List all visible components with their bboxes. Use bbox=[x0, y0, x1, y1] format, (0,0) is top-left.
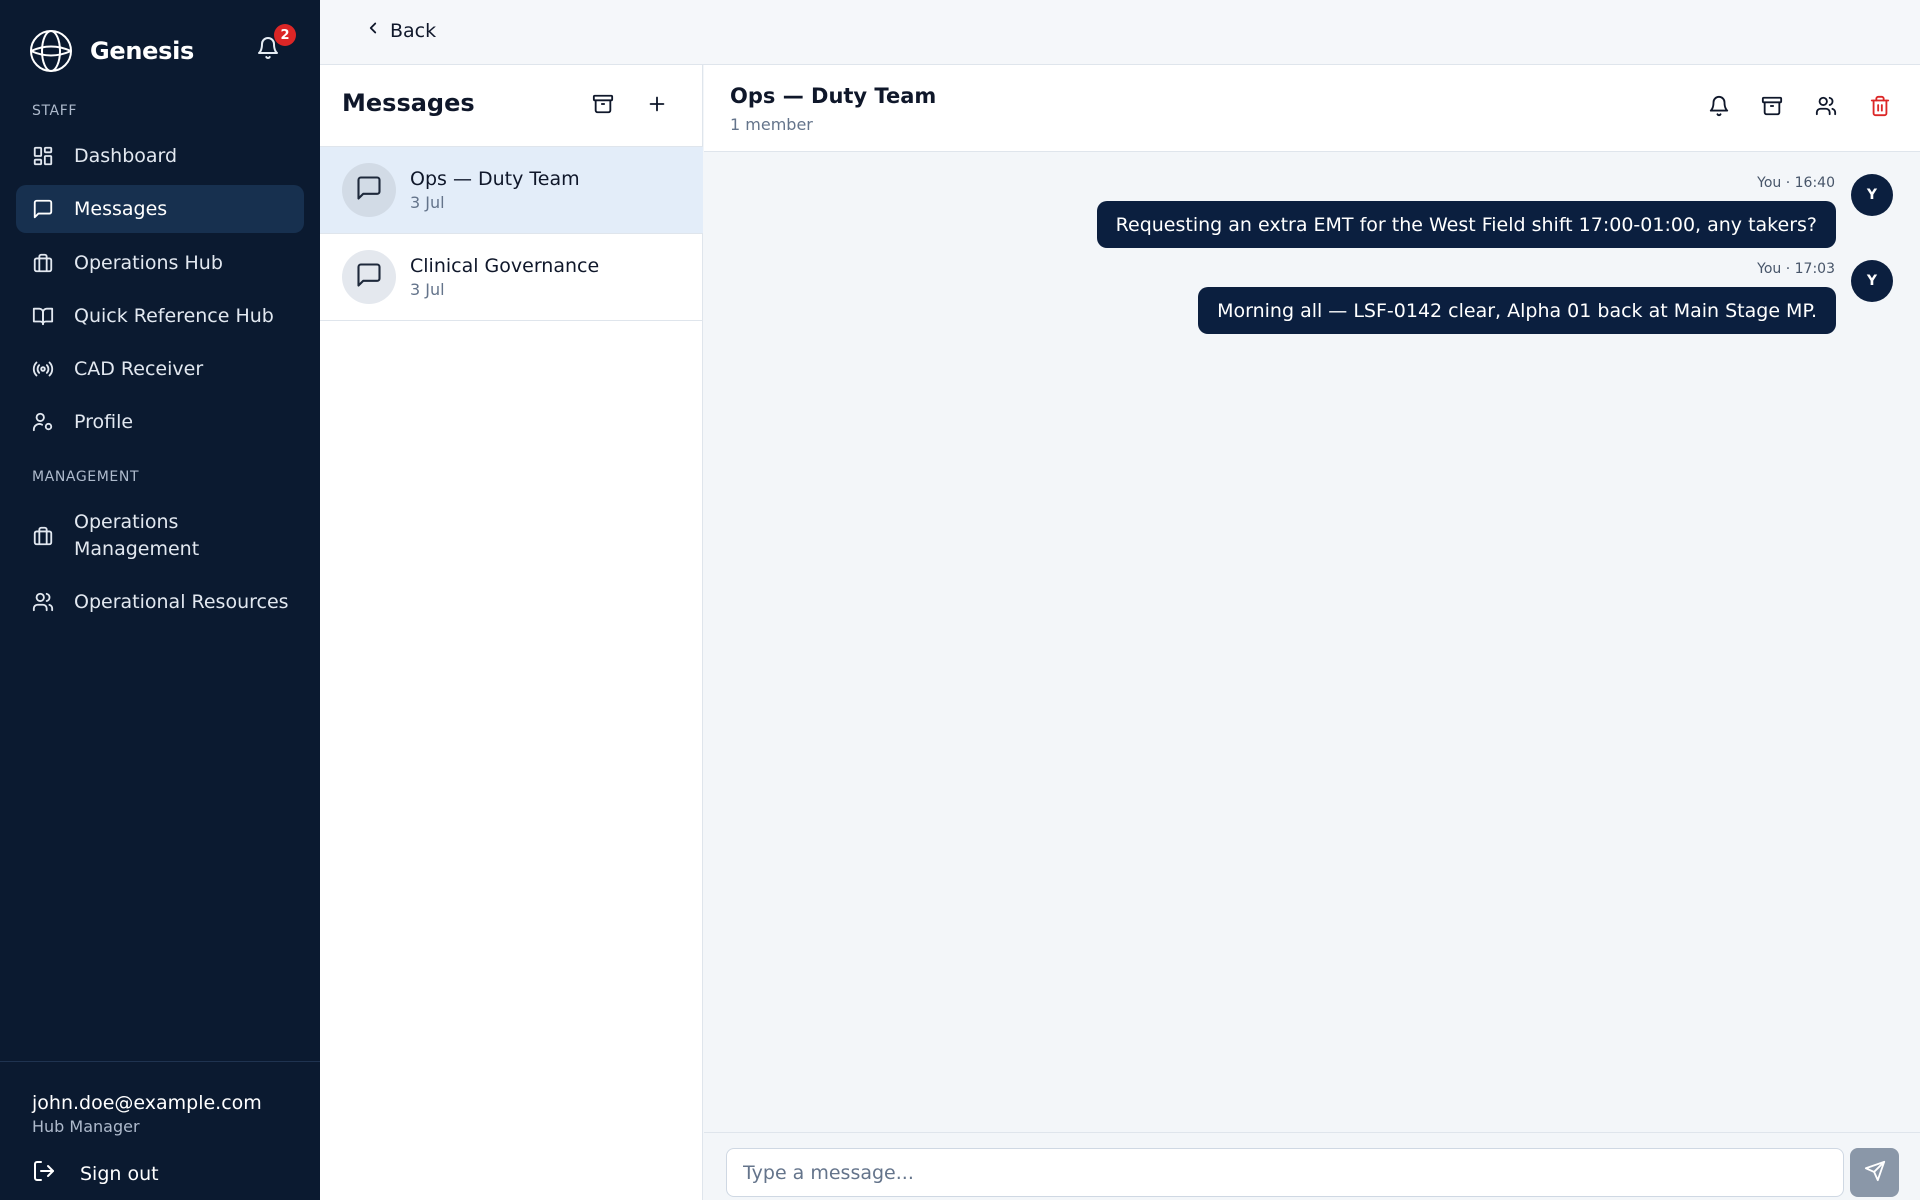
trash-icon bbox=[1869, 95, 1891, 121]
send-button[interactable] bbox=[1850, 1148, 1899, 1197]
users-icon bbox=[32, 591, 54, 613]
members-button[interactable] bbox=[1811, 93, 1841, 123]
avatar: Y bbox=[1851, 174, 1893, 216]
bell-icon bbox=[1708, 95, 1730, 121]
message-bubble: Requesting an extra EMT for the West Fie… bbox=[1096, 201, 1836, 248]
sidebar-item-operations-management[interactable]: Operations Management bbox=[16, 505, 304, 567]
avatar: Y bbox=[1851, 260, 1893, 302]
brand[interactable]: Genesis bbox=[28, 28, 194, 74]
mute-notifications-button[interactable] bbox=[1704, 93, 1734, 123]
conversation-name: Ops — Duty Team bbox=[410, 168, 580, 190]
messages-title: Messages bbox=[342, 89, 475, 117]
message-bubble: Morning all — LSF-0142 clear, Alpha 01 b… bbox=[1198, 287, 1836, 334]
conversation-item-clinical-governance[interactable]: Clinical Governance 3 Jul bbox=[320, 234, 703, 321]
dashboard-icon bbox=[32, 145, 54, 167]
send-icon bbox=[1864, 1160, 1886, 1186]
conversation-date: 3 Jul bbox=[410, 193, 445, 212]
sign-out-button[interactable]: Sign out bbox=[32, 1159, 159, 1188]
message-composer bbox=[704, 1132, 1920, 1200]
sidebar-item-operations-hub[interactable]: Operations Hub bbox=[16, 239, 304, 287]
notification-count-badge: 2 bbox=[274, 24, 296, 46]
user-email: john.doe@example.com bbox=[32, 1092, 262, 1114]
briefcase-icon bbox=[32, 252, 54, 274]
sidebar-item-label: CAD Receiver bbox=[74, 358, 204, 380]
chat-header: Ops — Duty Team 1 member bbox=[704, 65, 1920, 152]
conversation-avatar bbox=[342, 163, 396, 217]
notifications-button[interactable]: 2 bbox=[256, 24, 296, 64]
sidebar-item-label-line2: Management bbox=[74, 538, 200, 560]
sidebar-item-messages[interactable]: Messages bbox=[16, 185, 304, 233]
sidebar-item-label: Profile bbox=[74, 411, 134, 433]
message-icon bbox=[32, 198, 54, 220]
conversation-list-panel: Messages Ops — Duty Team 3 Jul Clinical … bbox=[320, 65, 703, 1200]
conversation-name: Clinical Governance bbox=[410, 255, 600, 277]
sidebar: Genesis 2 STAFF Dashboard Messages Opera… bbox=[0, 0, 320, 1200]
sidebar-footer: john.doe@example.com Hub Manager Sign ou… bbox=[0, 1061, 320, 1200]
sidebar-item-label: Operations Hub bbox=[74, 252, 223, 274]
archive-icon bbox=[1761, 95, 1783, 121]
back-button[interactable]: Back bbox=[364, 19, 436, 42]
users-icon bbox=[1815, 95, 1837, 121]
brand-name: Genesis bbox=[90, 37, 195, 65]
sign-out-label: Sign out bbox=[80, 1162, 159, 1185]
archive-icon bbox=[592, 93, 614, 119]
sidebar-item-profile[interactable]: Profile bbox=[16, 398, 304, 446]
user-role: Hub Manager bbox=[32, 1117, 140, 1136]
book-icon bbox=[32, 305, 54, 327]
sidebar-item-label: Quick Reference Hub bbox=[74, 305, 274, 327]
sidebar-item-label: Messages bbox=[74, 198, 168, 220]
sidebar-item-label: Operations bbox=[74, 511, 179, 533]
archived-conversations-button[interactable] bbox=[588, 91, 618, 121]
message-meta: You · 17:03 bbox=[1757, 261, 1835, 277]
conversation-list-header: Messages bbox=[320, 65, 703, 147]
sidebar-item-label: Operational Resources bbox=[74, 591, 289, 613]
message-icon bbox=[355, 261, 383, 293]
sidebar-item-operational-resources[interactable]: Operational Resources bbox=[16, 578, 304, 626]
conversation-date: 3 Jul bbox=[410, 280, 445, 299]
chat-title: Ops — Duty Team bbox=[730, 84, 937, 108]
sidebar-item-dashboard[interactable]: Dashboard bbox=[16, 132, 304, 180]
new-conversation-button[interactable] bbox=[642, 91, 672, 121]
top-bar: Back bbox=[320, 0, 1920, 65]
user-gear-icon bbox=[32, 411, 54, 433]
globe-logo-icon bbox=[28, 28, 74, 74]
logout-icon bbox=[32, 1159, 80, 1188]
sidebar-item-quick-reference-hub[interactable]: Quick Reference Hub bbox=[16, 292, 304, 340]
message-icon bbox=[355, 174, 383, 206]
plus-icon bbox=[646, 93, 668, 119]
section-label-staff: STAFF bbox=[32, 103, 78, 119]
chat-member-count: 1 member bbox=[730, 115, 813, 134]
message-thread: You · 16:40 Requesting an extra EMT for … bbox=[704, 152, 1920, 1132]
section-label-management: MANAGEMENT bbox=[32, 469, 140, 485]
archive-conversation-button[interactable] bbox=[1757, 93, 1787, 123]
back-label: Back bbox=[390, 19, 437, 42]
chevron-left-icon bbox=[364, 19, 390, 42]
sidebar-item-label-wrap: Operations Management bbox=[74, 509, 199, 563]
message-input[interactable] bbox=[726, 1148, 1844, 1197]
delete-conversation-button[interactable] bbox=[1865, 93, 1895, 123]
broadcast-icon bbox=[32, 358, 54, 380]
sidebar-item-label: Dashboard bbox=[74, 145, 178, 167]
conversation-item-ops-duty-team[interactable]: Ops — Duty Team 3 Jul bbox=[320, 147, 703, 234]
conversation-avatar bbox=[342, 250, 396, 304]
bell-icon bbox=[256, 37, 280, 64]
message-meta: You · 16:40 bbox=[1757, 175, 1835, 191]
sidebar-item-cad-receiver[interactable]: CAD Receiver bbox=[16, 345, 304, 393]
briefcase-icon bbox=[32, 525, 54, 547]
